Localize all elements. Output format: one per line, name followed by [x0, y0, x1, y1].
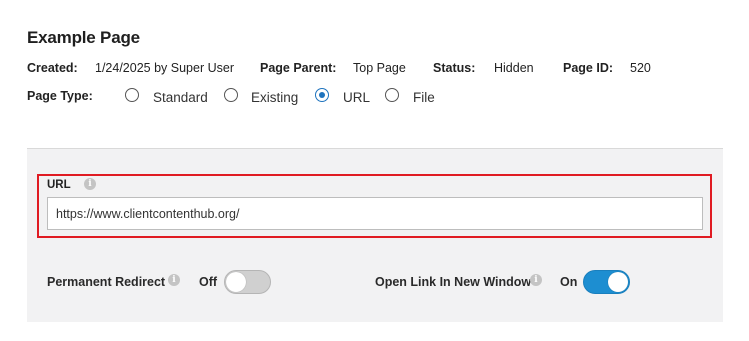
open-new-window-label: Open Link In New Window	[375, 275, 532, 289]
url-input[interactable]	[47, 197, 703, 230]
permanent-redirect-state: Off	[199, 275, 218, 289]
permanent-redirect-toggle[interactable]	[224, 270, 271, 294]
radio-label-url[interactable]: URL	[343, 90, 370, 105]
url-label: URL	[47, 179, 71, 191]
permanent-redirect-label: Permanent Redirect	[47, 275, 166, 289]
open-new-window-toggle[interactable]	[583, 270, 630, 294]
radio-existing[interactable]	[224, 88, 238, 102]
radio-url[interactable]	[315, 88, 329, 102]
info-icon[interactable]: i	[84, 178, 96, 190]
toggle-knob	[608, 272, 628, 292]
toggle-knob	[226, 272, 246, 292]
page-id-value: 520	[630, 61, 651, 75]
page-title: Example Page	[27, 28, 140, 47]
radio-label-file[interactable]: File	[413, 90, 435, 105]
radio-file[interactable]	[385, 88, 399, 102]
page-parent-value: Top Page	[353, 61, 406, 75]
status-value: Hidden	[494, 61, 534, 75]
page-type-label: Page Type:	[27, 89, 93, 103]
page-id-label: Page ID:	[563, 61, 614, 75]
radio-standard[interactable]	[125, 88, 139, 102]
info-icon[interactable]: i	[530, 274, 542, 286]
open-new-window-state: On	[560, 275, 578, 289]
created-label: Created:	[27, 61, 78, 75]
radio-label-standard[interactable]: Standard	[153, 90, 208, 105]
radio-label-existing[interactable]: Existing	[251, 90, 298, 105]
status-label: Status:	[433, 61, 476, 75]
info-icon[interactable]: i	[168, 274, 180, 286]
created-value: 1/24/2025 by Super User	[95, 61, 234, 75]
page-parent-label: Page Parent:	[260, 61, 337, 75]
